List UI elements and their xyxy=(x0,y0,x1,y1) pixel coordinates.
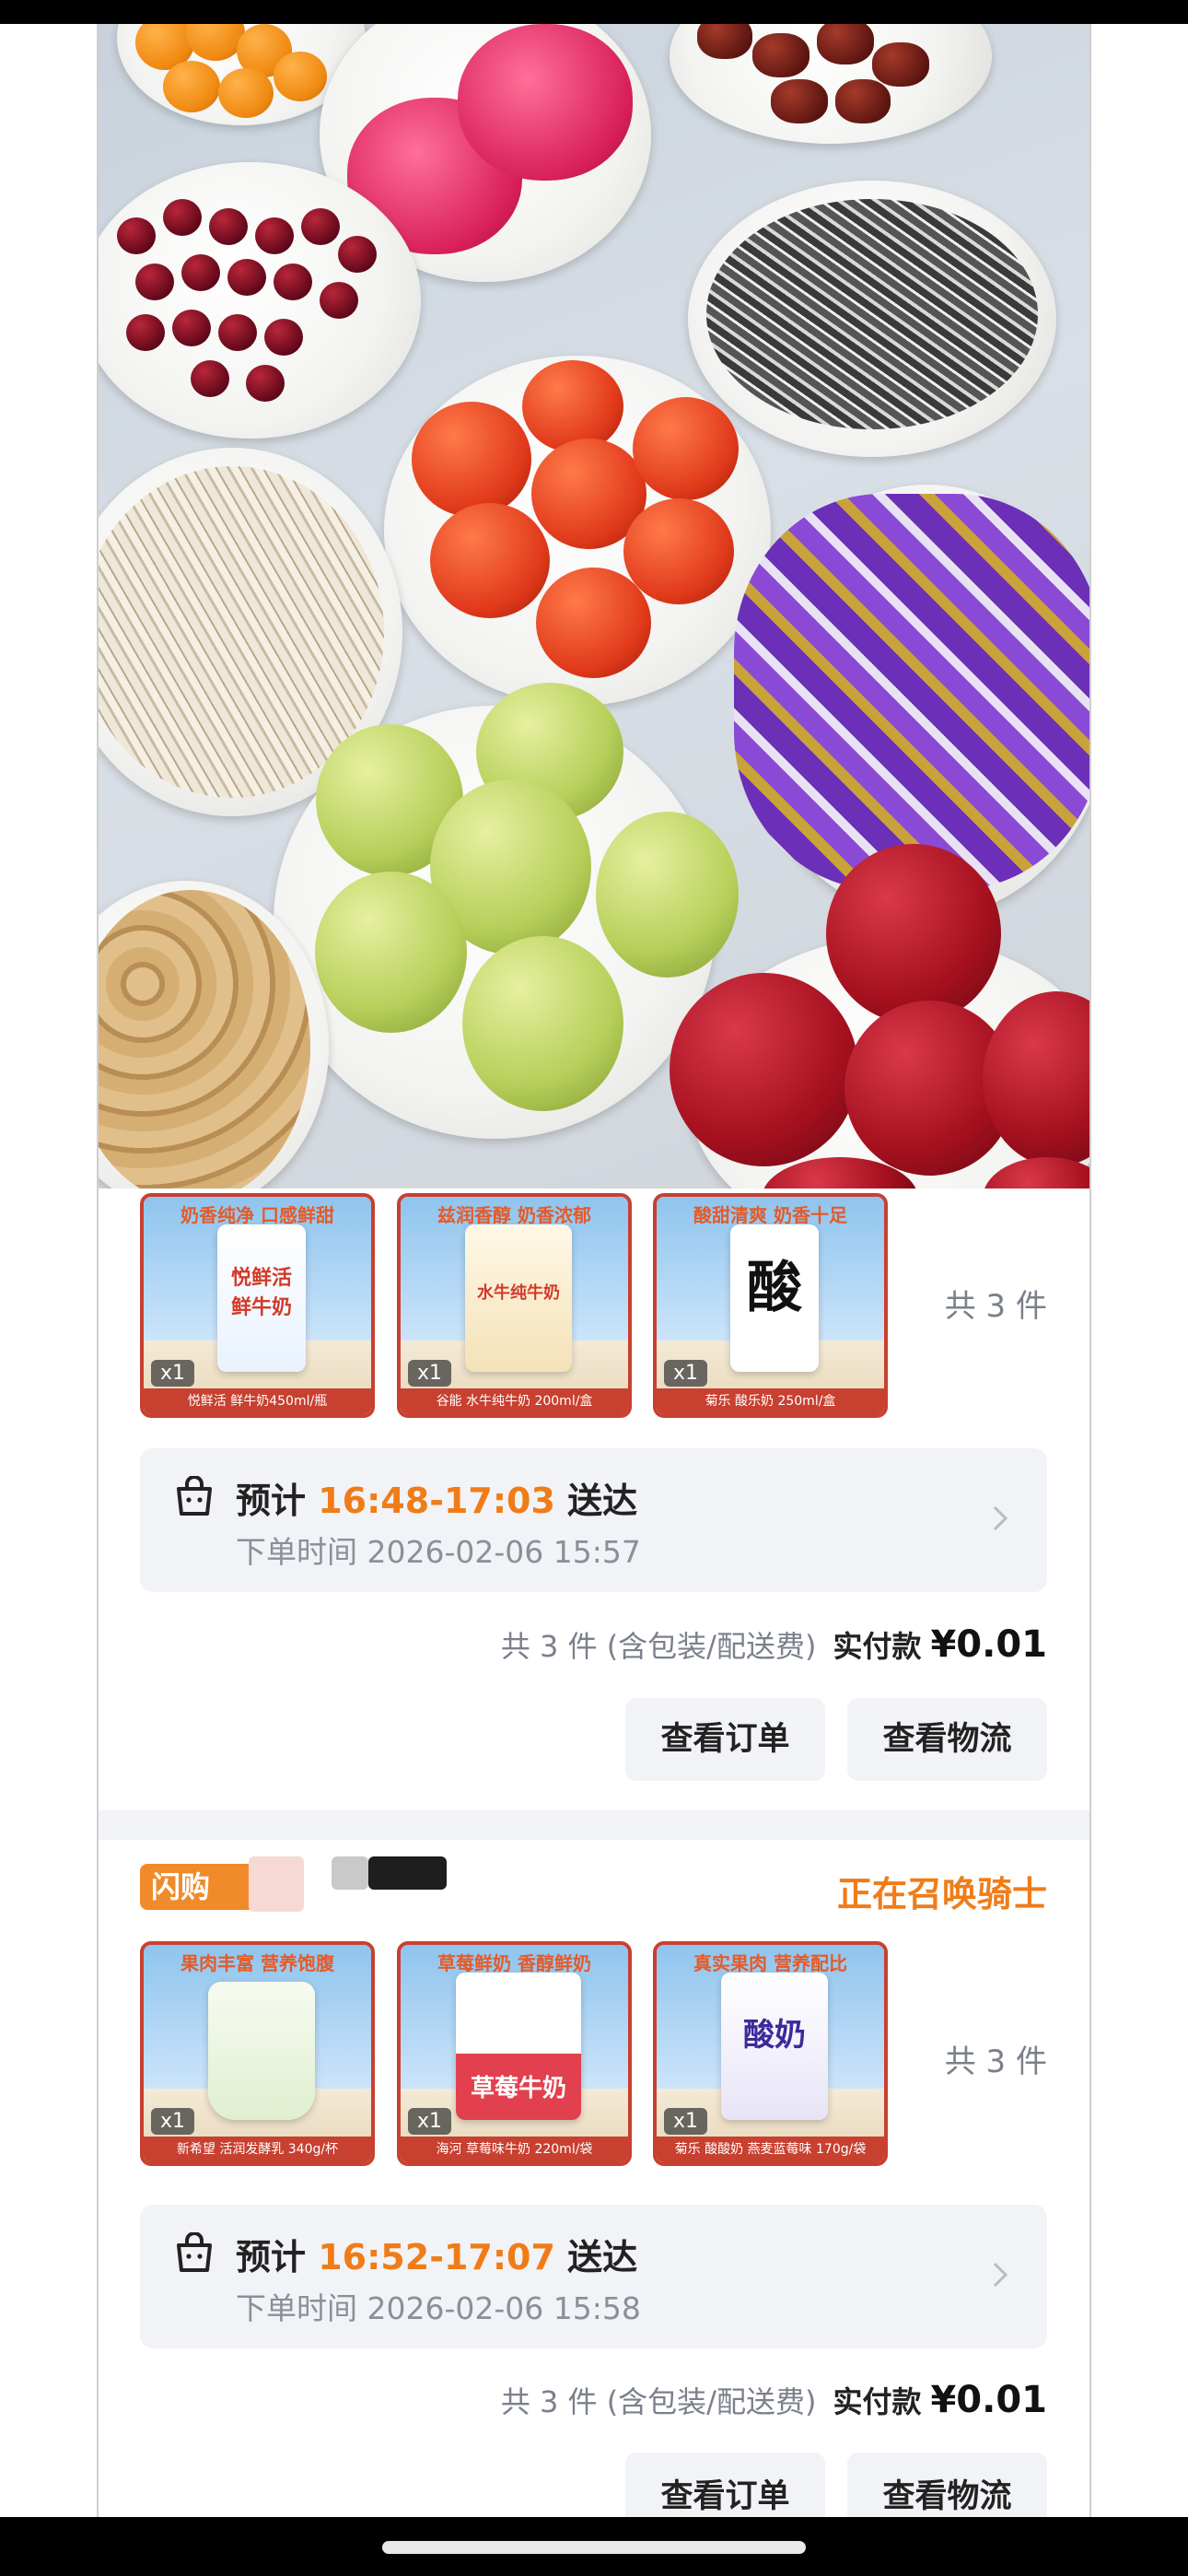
product-pack-text: 酸奶 xyxy=(743,2017,806,2054)
product-thumbnail[interactable]: 酸甜清爽 奶香十足 酸 x1 菊乐 酸乐奶 250ml/盒 xyxy=(653,1193,888,1418)
order-time: 下单时间 2026-02-06 15:57 xyxy=(236,1534,641,1570)
product-thumbnail[interactable]: 奶香纯净 口感鲜甜 悦鲜活 鲜牛奶 x1 悦鲜活 鲜牛奶450ml/瓶 xyxy=(140,1193,375,1418)
payment-summary: 共 3 件 (含包装/配送费) 实付款 ¥0.01 xyxy=(501,2379,1047,2421)
left-margin xyxy=(0,24,99,2517)
order-time: 下单时间 2026-02-06 15:58 xyxy=(236,2290,641,2326)
quantity-badge: x1 xyxy=(664,1360,708,1387)
product-package: 水牛纯牛奶 xyxy=(465,1224,572,1372)
view-order-button[interactable]: 查看订单 xyxy=(625,1698,825,1781)
paid-label: 实付款 xyxy=(833,2384,922,2419)
fruit-table-photo xyxy=(99,24,1089,1188)
product-pack-text: 酸 xyxy=(747,1256,802,1320)
product-thumbnail[interactable]: 兹润香醇 奶香浓郁 水牛纯牛奶 x1 谷能 水牛纯牛奶 200ml/盒 xyxy=(397,1193,632,1418)
product-thumbnail[interactable]: 真实果肉 营养配比 酸奶 x1 菊乐 酸酸奶 燕麦蓝莓味 170g/袋 xyxy=(653,1941,888,2166)
product-badge: 兹润香醇 奶香浓郁 xyxy=(437,1204,591,1226)
shopping-bag-icon xyxy=(177,1476,212,1516)
item-count: 共 3 件 xyxy=(944,2043,1047,2080)
blurred-store-name xyxy=(249,1856,304,1912)
product-package: 酸 xyxy=(730,1224,819,1372)
product-package: 草莓牛奶 xyxy=(456,1973,581,2120)
eta-text: 预计 16:52-17:07 送达 xyxy=(236,2237,638,2277)
view-logistics-button[interactable]: 查看物流 xyxy=(847,1698,1047,1781)
quantity-badge: x1 xyxy=(151,1360,195,1387)
section-divider xyxy=(99,1810,1089,1840)
product-caption: 谷能 水牛纯牛奶 200ml/盒 xyxy=(401,1388,628,1414)
summary-text: 共 3 件 (含包装/配送费) xyxy=(500,2384,817,2419)
product-badge: 草莓鲜奶 香醇鲜奶 xyxy=(437,1952,591,1974)
eta-time: 16:48-17:03 xyxy=(318,1481,555,1521)
order-status: 正在召唤骑士 xyxy=(836,1874,1047,1914)
product-badge: 酸甜清爽 奶香十足 xyxy=(693,1204,847,1226)
product-pack-text: 悦鲜活 鲜牛奶 xyxy=(230,1267,292,1319)
product-pack-text: 水牛纯牛奶 xyxy=(477,1283,560,1303)
eta-text: 预计 16:48-17:03 送达 xyxy=(236,1481,638,1521)
product-badge: 真实果肉 营养配比 xyxy=(693,1952,847,1974)
product-badge: 果肉丰富 营养饱腹 xyxy=(181,1952,334,1974)
shopping-bag-icon xyxy=(177,2232,212,2272)
product-caption: 新希望 活润发酵乳 340g/杯 xyxy=(144,2137,371,2162)
summary-text: 共 3 件 (含包装/配送费) xyxy=(500,1629,817,1664)
chevron-right-icon xyxy=(993,2262,1008,2288)
paid-amount: ¥0.01 xyxy=(930,1623,1047,1666)
product-badge: 奶香纯净 口感鲜甜 xyxy=(181,1204,334,1226)
product-caption: 悦鲜活 鲜牛奶450ml/瓶 xyxy=(144,1388,371,1414)
product-pack-text: 草莓牛奶 xyxy=(470,2075,566,2102)
quantity-badge: x1 xyxy=(664,2108,708,2135)
paid-label: 实付款 xyxy=(833,1629,922,1664)
delivery-info[interactable]: 预计 16:52-17:07 送达 下单时间 2026-02-06 15:58 xyxy=(140,2205,1047,2348)
quantity-badge: x1 xyxy=(408,2108,452,2135)
payment-summary: 共 3 件 (含包装/配送费) 实付款 ¥0.01 xyxy=(501,1623,1047,1666)
product-caption: 菊乐 酸乐奶 250ml/盒 xyxy=(657,1388,884,1414)
product-caption: 海河 草莓味牛奶 220ml/袋 xyxy=(401,2137,628,2162)
product-package: 悦鲜活 鲜牛奶 xyxy=(217,1224,306,1372)
delivery-info[interactable]: 预计 16:48-17:03 送达 下单时间 2026-02-06 15:57 xyxy=(140,1448,1047,1592)
quantity-badge: x1 xyxy=(408,1360,452,1387)
quantity-badge: x1 xyxy=(151,2108,195,2135)
status-bar xyxy=(0,0,1188,24)
eta-time: 16:52-17:07 xyxy=(318,2237,555,2277)
product-thumbnail[interactable]: 果肉丰富 营养饱腹 x1 新希望 活润发酵乳 340g/杯 xyxy=(140,1941,375,2166)
view-logistics-button[interactable]: 查看物流 xyxy=(847,2453,1047,2517)
product-caption: 菊乐 酸酸奶 燕麦蓝莓味 170g/袋 xyxy=(657,2137,884,2162)
item-count: 共 3 件 xyxy=(944,1288,1047,1325)
paid-amount: ¥0.01 xyxy=(930,2379,1047,2421)
chevron-right-icon xyxy=(993,1505,1008,1531)
product-thumbnail[interactable]: 草莓鲜奶 香醇鲜奶 草莓牛奶 x1 海河 草莓味牛奶 220ml/袋 xyxy=(397,1941,632,2166)
right-margin xyxy=(1089,24,1188,2517)
product-package xyxy=(208,1982,315,2120)
view-order-button[interactable]: 查看订单 xyxy=(625,2453,825,2517)
brand-tag: 闪购 xyxy=(140,1864,255,1910)
home-indicator[interactable] xyxy=(382,2541,806,2554)
product-package: 酸奶 xyxy=(721,1973,828,2120)
